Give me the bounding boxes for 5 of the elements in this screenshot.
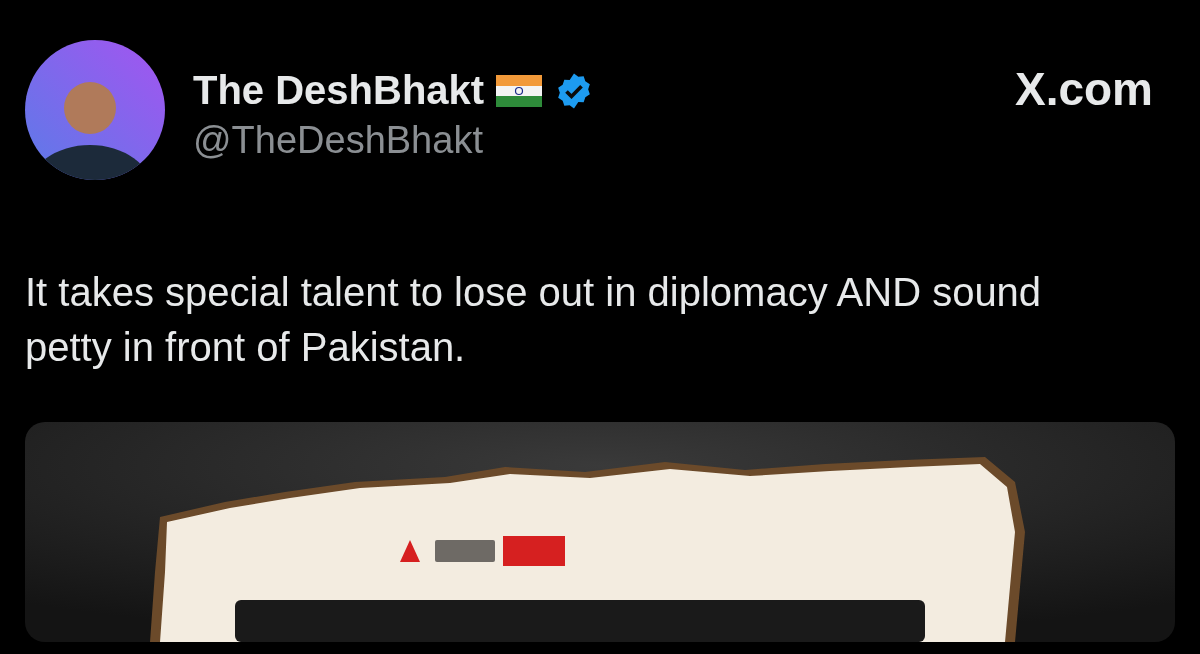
flag-icon	[496, 74, 543, 107]
author-handle[interactable]: @TheDeshBhakt	[193, 119, 987, 162]
site-label: X.com	[1014, 62, 1154, 116]
author-name[interactable]: The DeshBhakt	[193, 68, 485, 113]
tweet-text: It takes special talent to lose out in diplomacy AND sound petty in front of Pakistan.	[25, 269, 1043, 371]
